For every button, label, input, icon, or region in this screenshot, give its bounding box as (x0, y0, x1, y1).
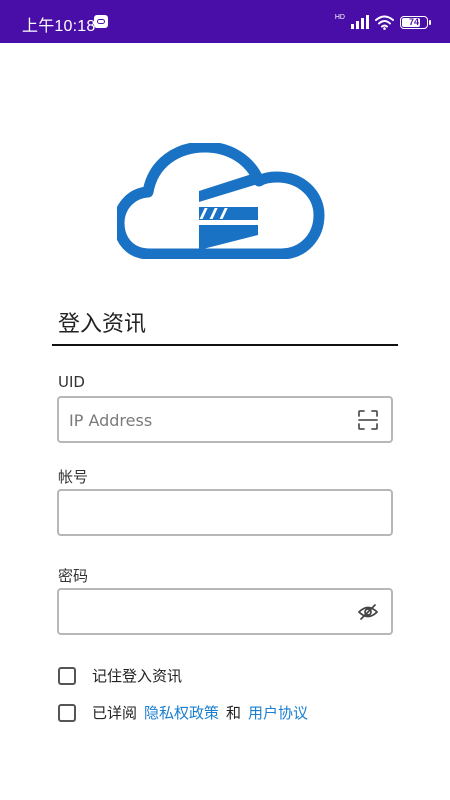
terms-link[interactable]: 用户协议 (248, 702, 308, 723)
privacy-policy-link[interactable]: 隐私权政策 (144, 702, 219, 723)
title-divider (52, 344, 398, 346)
agreement-and: 和 (226, 704, 242, 722)
status-icons: HD 74 (334, 13, 431, 31)
scan-icon[interactable] (357, 409, 379, 431)
agreement-row: 已详阅 隐私权政策 和 用户协议 (58, 702, 308, 723)
battery-icon: 74 (400, 15, 431, 29)
agreement-prefix: 已详阅 (92, 704, 138, 722)
remember-row: 记住登入资讯 (58, 665, 182, 686)
password-input[interactable] (67, 590, 351, 635)
uid-field (57, 396, 393, 443)
agreement-checkbox[interactable] (58, 703, 76, 722)
signal-icon (351, 15, 369, 29)
remember-label[interactable]: 记住登入资讯 (92, 665, 182, 686)
page-title: 登入资讯 (58, 312, 147, 337)
remember-checkbox[interactable] (58, 666, 76, 685)
wifi-icon (375, 15, 394, 30)
account-label: 帐号 (58, 468, 89, 486)
password-label: 密码 (58, 567, 89, 585)
account-input[interactable] (67, 491, 351, 536)
cloud-logo-icon (117, 143, 325, 259)
password-field (57, 588, 393, 635)
status-time: 上午10:18 (22, 18, 96, 35)
uid-input[interactable] (67, 398, 351, 443)
eye-off-icon[interactable] (357, 601, 379, 623)
account-field (57, 489, 393, 536)
network-type: HD (334, 13, 345, 21)
uid-label: UID (58, 373, 85, 391)
notification-icon (94, 15, 108, 28)
status-bar: 上午10:18 HD 74 (0, 0, 450, 43)
battery-level: 74 (408, 17, 419, 27)
